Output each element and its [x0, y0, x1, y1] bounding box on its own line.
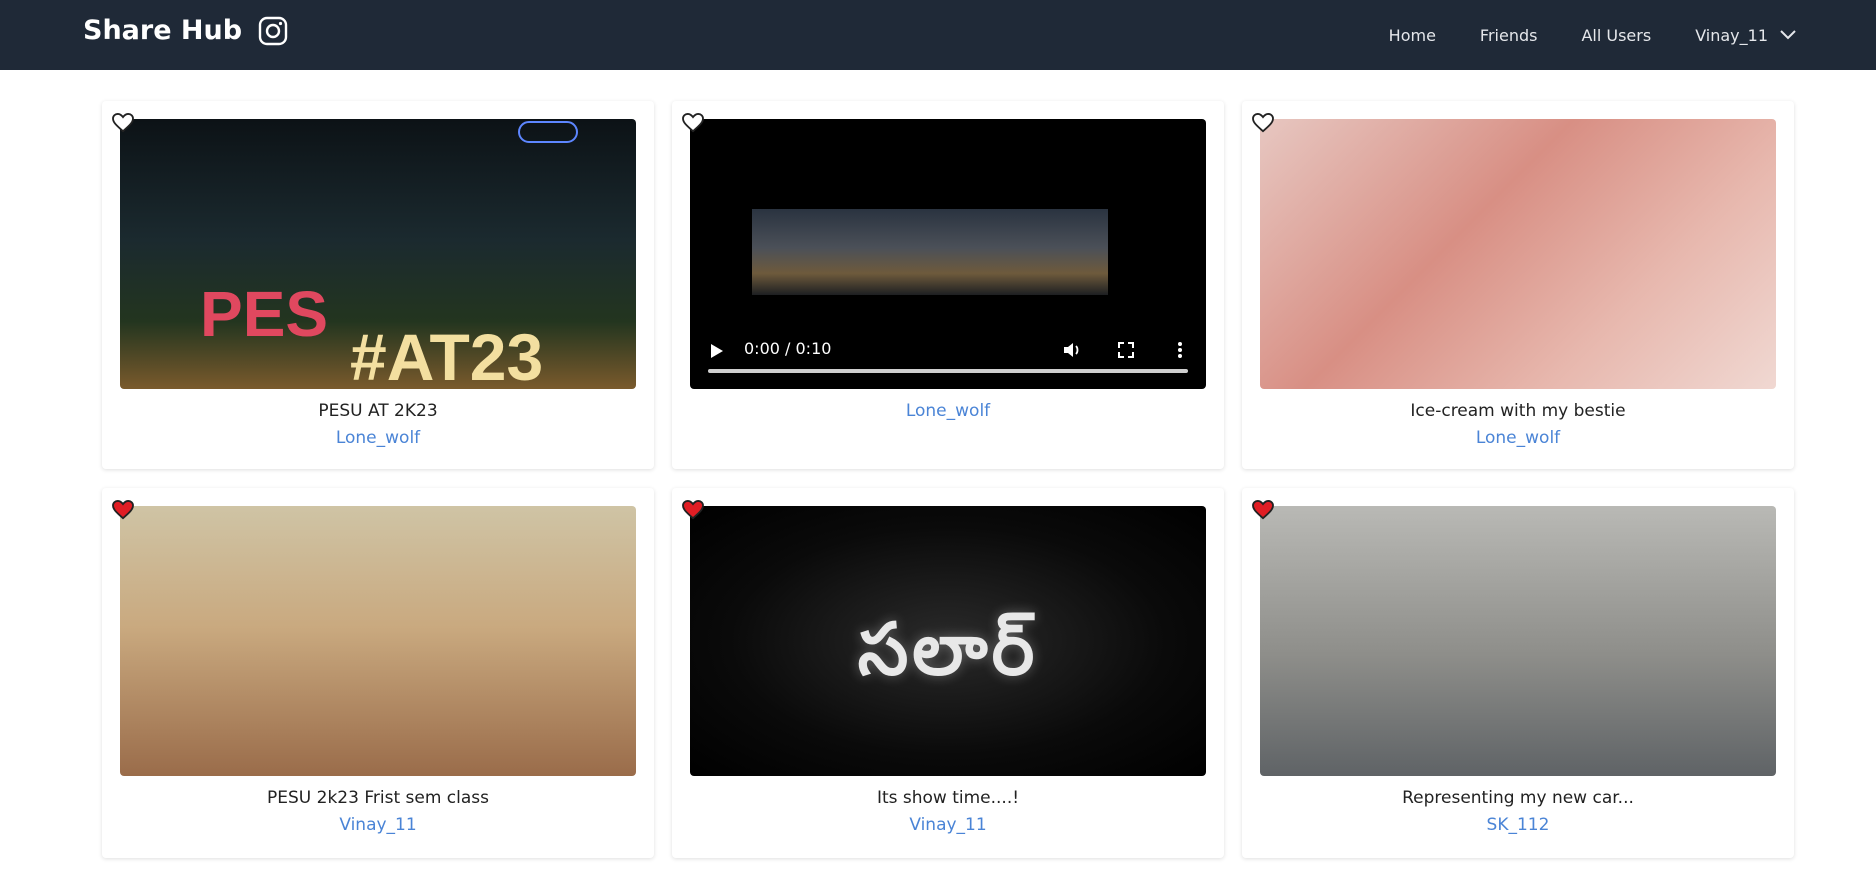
- video-frame: [752, 209, 1108, 295]
- post-card: PESU 2k23 Frist sem class Vinay_11: [102, 488, 654, 858]
- app-title[interactable]: Share Hub: [83, 15, 242, 46]
- top-navbar: Share Hub Home Friends All Users Vinay_1…: [0, 0, 1876, 70]
- pes-sign-text: PES: [200, 278, 329, 350]
- brand[interactable]: Share Hub: [83, 15, 288, 46]
- post-card: Representing my new car... SK_112: [1242, 488, 1794, 858]
- post-card: 0:00 / 0:10 Lone_wolf: [672, 101, 1224, 469]
- post-author-link[interactable]: Lone_wolf: [102, 428, 654, 448]
- nav-all-users-link[interactable]: All Users: [1581, 26, 1651, 45]
- user-menu[interactable]: Vinay_11: [1695, 26, 1796, 45]
- chevron-down-icon: [1780, 30, 1796, 40]
- like-heart-icon[interactable]: [682, 113, 704, 133]
- post-caption: Ice-cream with my bestie: [1410, 401, 1626, 421]
- post-image[interactable]: సలార్: [690, 506, 1206, 776]
- post-author-link[interactable]: SK_112: [1242, 815, 1794, 835]
- at23-sign-text: #AT23: [350, 320, 544, 389]
- post-caption: Its show time....!: [876, 788, 1020, 808]
- post-image[interactable]: [120, 506, 636, 776]
- more-options-icon[interactable]: [1170, 340, 1190, 360]
- like-heart-icon[interactable]: [1252, 113, 1274, 133]
- video-controls: 0:00 / 0:10: [690, 329, 1206, 389]
- like-heart-icon[interactable]: [682, 500, 704, 520]
- pes-logo: [518, 121, 578, 143]
- nav-links: Home Friends All Users Vinay_11: [1389, 0, 1796, 70]
- post-caption: PESU AT 2K23: [318, 401, 438, 421]
- post-author-link[interactable]: Lone_wolf: [1242, 428, 1794, 448]
- post-card: PES #AT23 PESU AT 2K23 Lone_wolf: [102, 101, 654, 469]
- fullscreen-icon[interactable]: [1116, 340, 1136, 360]
- post-video[interactable]: 0:00 / 0:10: [690, 119, 1206, 389]
- video-time: 0:00 / 0:10: [744, 339, 832, 358]
- post-caption: PESU 2k23 Frist sem class: [267, 788, 489, 808]
- post-image[interactable]: PES #AT23: [120, 119, 636, 389]
- instagram-icon: [258, 16, 288, 45]
- like-heart-icon[interactable]: [1252, 500, 1274, 520]
- salaar-title-text: సలార్: [857, 606, 1039, 691]
- post-author-link[interactable]: Lone_wolf: [672, 401, 1224, 421]
- post-image[interactable]: [1260, 506, 1776, 776]
- video-progress-bar[interactable]: [708, 369, 1188, 373]
- volume-icon[interactable]: [1062, 340, 1082, 360]
- nav-friends-link[interactable]: Friends: [1480, 26, 1538, 45]
- like-heart-icon[interactable]: [112, 113, 134, 133]
- post-author-link[interactable]: Vinay_11: [672, 815, 1224, 835]
- post-image[interactable]: [1260, 119, 1776, 389]
- like-heart-icon[interactable]: [112, 500, 134, 520]
- post-card: Ice-cream with my bestie Lone_wolf: [1242, 101, 1794, 469]
- nav-home-link[interactable]: Home: [1389, 26, 1436, 45]
- play-icon[interactable]: [710, 343, 724, 359]
- user-name: Vinay_11: [1695, 25, 1768, 45]
- post-author-link[interactable]: Vinay_11: [102, 815, 654, 835]
- post-caption: Representing my new car...: [1402, 788, 1634, 808]
- post-card: సలార్ Its show time....! Vinay_11: [672, 488, 1224, 858]
